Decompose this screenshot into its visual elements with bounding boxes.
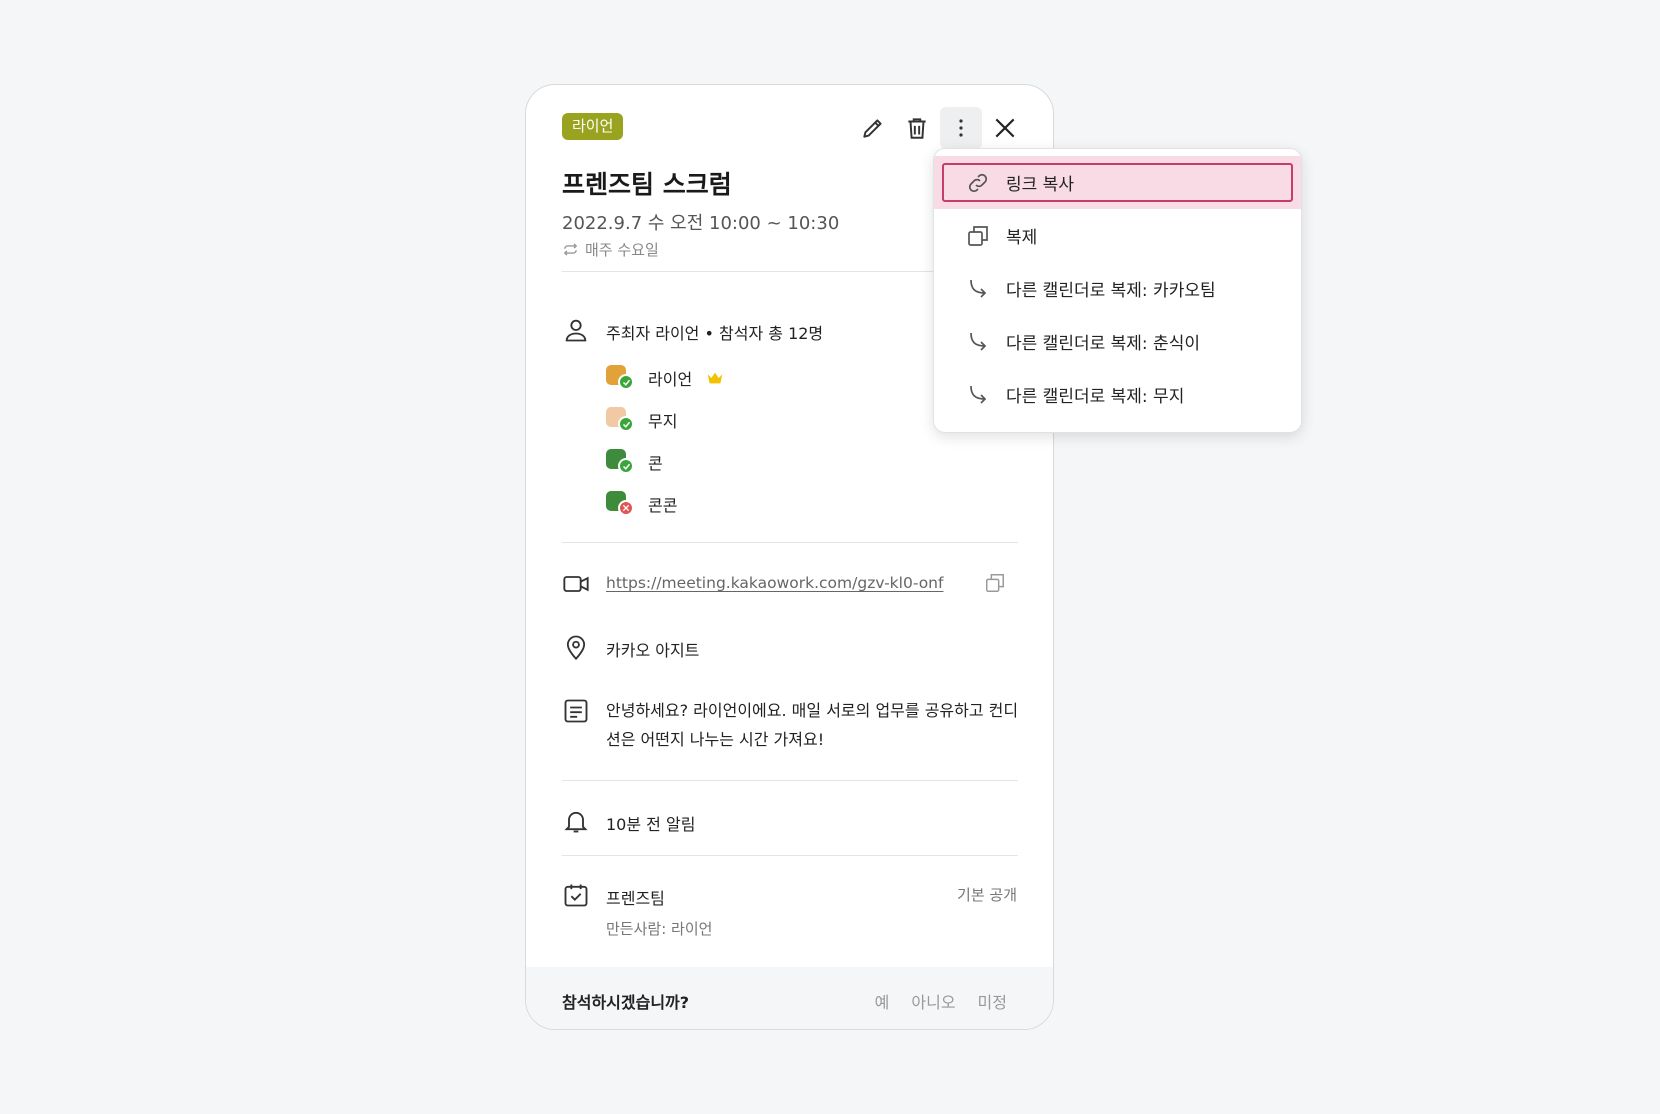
menu-item-copy-to-kakao[interactable]: 다른 캘린더로 복제: 카카오팀 [934, 262, 1301, 315]
copy-icon[interactable] [984, 572, 1006, 594]
avatar [606, 365, 634, 391]
menu-item-label: 링크 복사 [1006, 175, 1074, 195]
avatar [606, 407, 634, 433]
video-camera-icon [563, 576, 589, 592]
link-icon [968, 173, 988, 192]
menu-item-copy-link[interactable]: 링크 복사 [934, 156, 1301, 209]
calendar-creator: 만든사람: 라이언 [606, 920, 713, 938]
calendar-visibility: 기본 공개 [957, 886, 1017, 904]
attendee-name: 콘콘 [648, 496, 678, 515]
rsvp-options: 예 아니오 미정 [875, 989, 1007, 1013]
arrow-return-icon [970, 279, 987, 298]
attendee-item[interactable]: 라이언 [606, 365, 724, 391]
declined-icon [618, 500, 634, 516]
rsvp-bar: 참석하시겠습니까? 예 아니오 미정 [526, 967, 1053, 1029]
divider [562, 780, 1018, 781]
close-icon [995, 118, 1015, 138]
repeat-icon [563, 243, 578, 256]
attendee-item[interactable]: 콘 [606, 449, 663, 475]
more-button[interactable] [940, 107, 982, 149]
calendar-name: 프렌즈팀 [606, 889, 665, 908]
menu-item-label: 다른 캘린더로 복제: 카카오팀 [1006, 281, 1216, 301]
rsvp-no-button[interactable]: 아니오 [911, 989, 955, 1013]
bell-icon [564, 811, 588, 833]
more-vertical-icon [959, 119, 963, 137]
reminder: 10분 전 알림 [606, 815, 696, 834]
event-toolbar [852, 107, 1026, 149]
check-icon [618, 416, 634, 432]
attendee-item[interactable]: 콘콘 [606, 491, 677, 517]
divider [562, 855, 1018, 856]
close-button[interactable] [984, 107, 1026, 149]
event-datetime: 2022.9.7 수 오전 10:00 ~ 10:30 [562, 213, 840, 234]
repeat-label: 매주 수요일 [585, 241, 659, 259]
calendar-check-icon [564, 884, 588, 907]
check-icon [618, 458, 634, 474]
delete-button[interactable] [896, 107, 938, 149]
event-repeat: 매주 수요일 [562, 239, 659, 260]
trash-icon [908, 118, 926, 139]
check-icon [618, 374, 634, 390]
menu-item-copy-to-muzi[interactable]: 다른 캘린더로 복제: 무지 [934, 368, 1301, 421]
arrow-return-icon [970, 385, 987, 404]
calendar-badge: 라이언 [562, 113, 624, 140]
menu-item-duplicate[interactable]: 복제 [934, 209, 1301, 262]
pencil-icon [863, 119, 882, 138]
location-pin-icon [566, 635, 586, 660]
avatar [606, 491, 634, 517]
rsvp-question: 참석하시겠습니까? [562, 993, 690, 1012]
attendee-name: 라이언 [648, 370, 693, 389]
rsvp-maybe-button[interactable]: 미정 [978, 989, 1007, 1013]
attendee-name: 무지 [648, 412, 678, 431]
menu-item-label: 다른 캘린더로 복제: 춘식이 [1006, 334, 1200, 354]
event-description: 안녕하세요? 라이언이에요. 매일 서로의 업무를 공유하고 컨디션은 어떤지 … [606, 701, 1019, 749]
edit-button[interactable] [852, 107, 894, 149]
crown-icon [707, 372, 723, 384]
note-icon [564, 699, 588, 723]
avatar [606, 449, 634, 475]
duplicate-icon [968, 225, 988, 246]
event-title: 프렌즈팀 스크럼 [562, 170, 732, 199]
menu-item-copy-to-choonsik[interactable]: 다른 캘린더로 복제: 춘식이 [934, 315, 1301, 368]
arrow-return-icon [970, 332, 987, 351]
rsvp-yes-button[interactable]: 예 [875, 989, 890, 1013]
meeting-link[interactable]: https://meeting.kakaowork.com/gzv-kl0-on… [606, 574, 943, 592]
menu-item-label: 복제 [1006, 228, 1038, 248]
attendee-name: 콘 [648, 454, 663, 473]
attendee-item[interactable]: 무지 [606, 407, 677, 433]
attendee-summary: 주최자 라이언 • 참석자 총 12명 [606, 324, 824, 343]
person-icon [565, 319, 587, 342]
divider [562, 542, 1018, 543]
menu-item-label: 다른 캘린더로 복제: 무지 [1006, 387, 1185, 407]
location: 카카오 아지트 [606, 641, 700, 660]
more-menu: 링크 복사 복제 다른 캘린더로 복제: 카카오팀 다른 캘린더로 복제: 춘식… [933, 148, 1302, 433]
